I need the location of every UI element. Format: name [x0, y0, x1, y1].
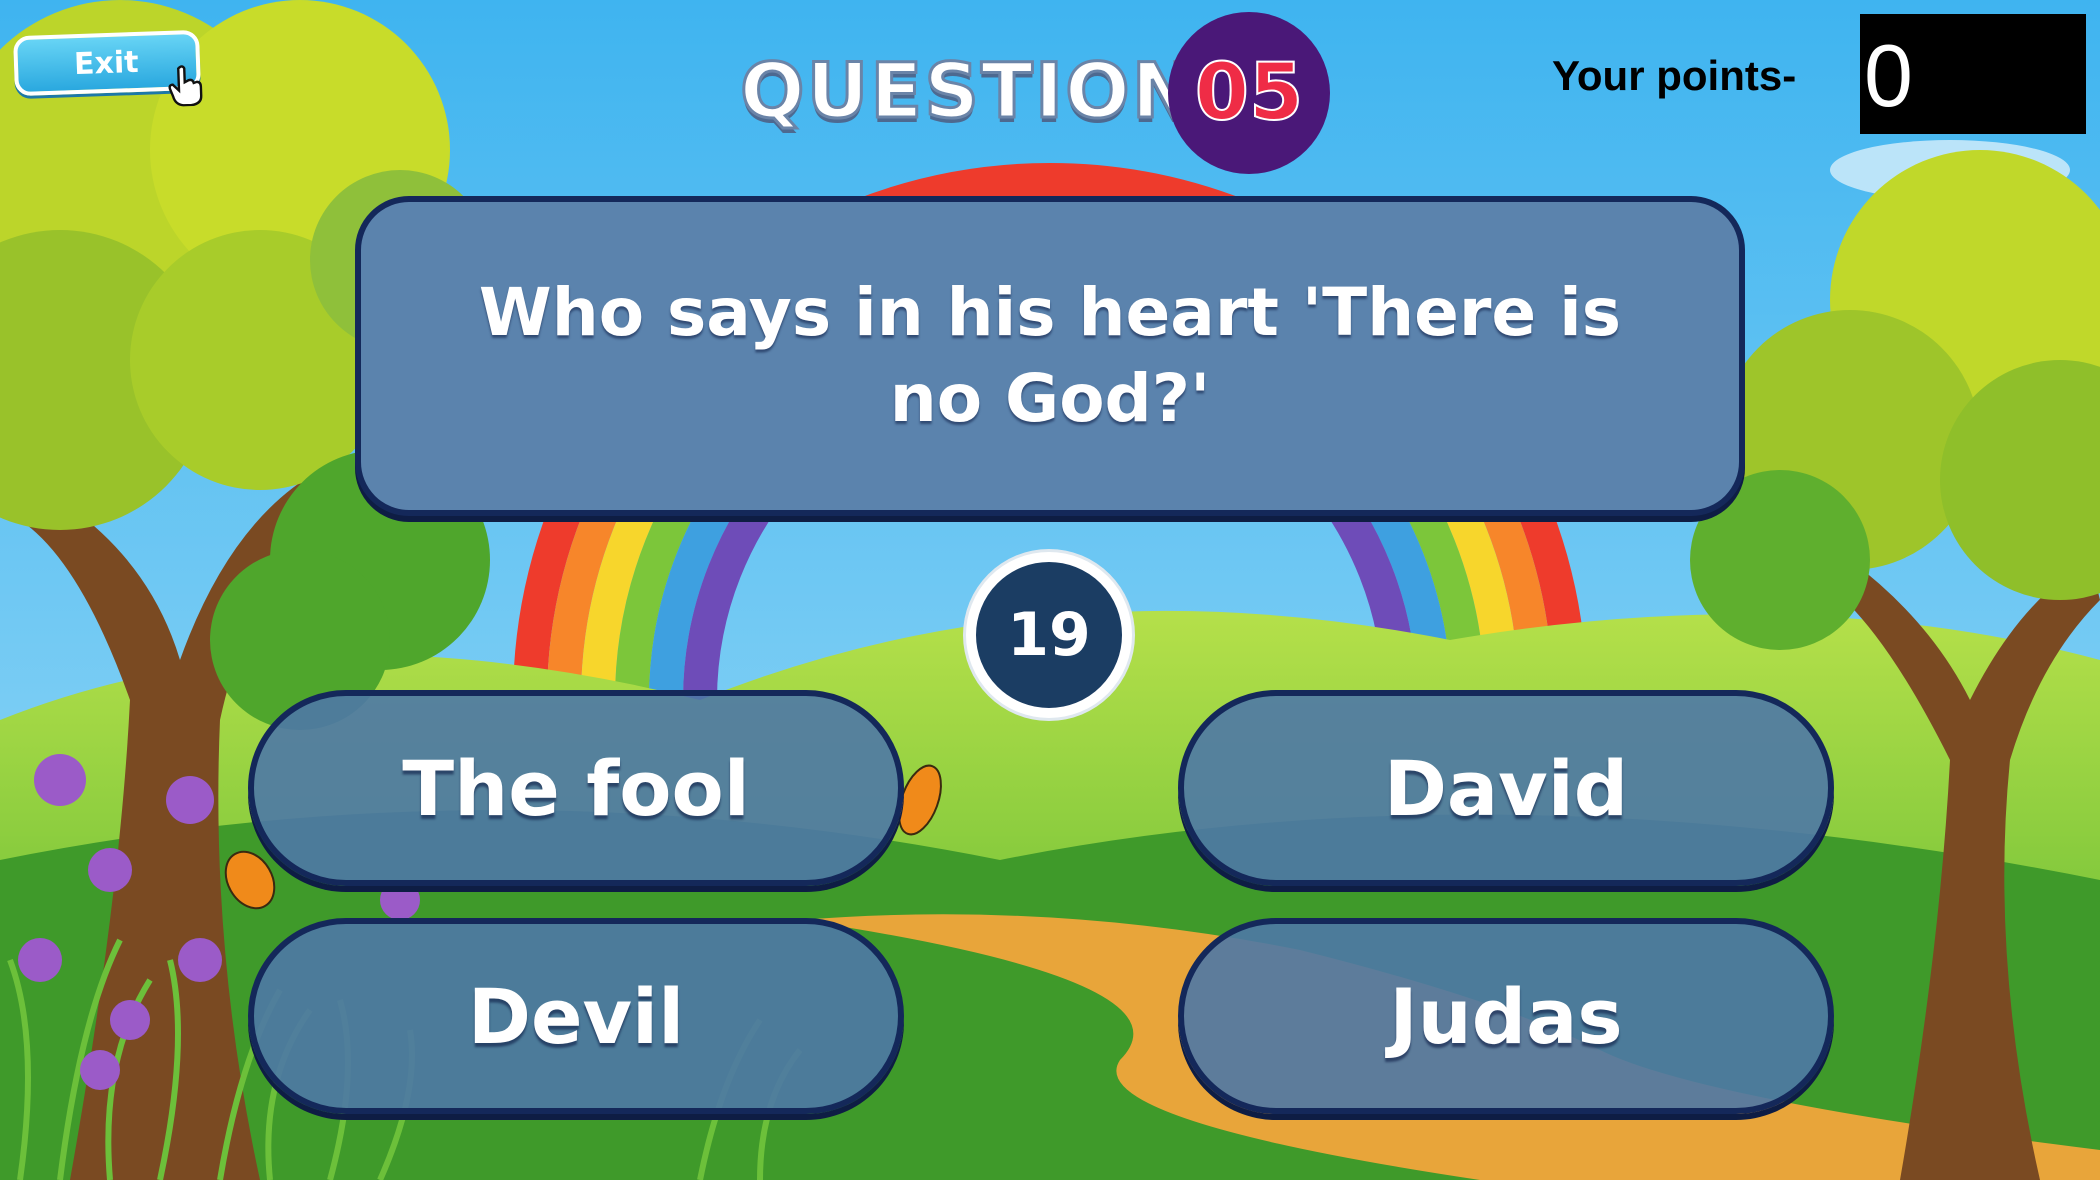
question-text: Who says in his heart 'There is no God?'	[478, 274, 1622, 437]
question-number-badge: 05	[1168, 12, 1330, 174]
answer-button-4[interactable]: Judas	[1178, 918, 1834, 1114]
exit-label: Exit	[73, 44, 140, 82]
exit-button[interactable]: Exit	[13, 29, 203, 107]
answer-button-3[interactable]: Devil	[248, 918, 904, 1114]
points-label: Your points-	[1552, 52, 1797, 99]
points-value: 0	[1860, 14, 2086, 134]
countdown-timer: 19	[966, 552, 1132, 718]
answer-button-2[interactable]: David	[1178, 690, 1834, 886]
question-title: QUESTION	[738, 44, 1198, 136]
hand-cursor-icon	[168, 65, 203, 107]
question-card: Who says in his heart 'There is no God?'	[355, 196, 1745, 516]
answer-button-1[interactable]: The fool	[248, 690, 904, 886]
